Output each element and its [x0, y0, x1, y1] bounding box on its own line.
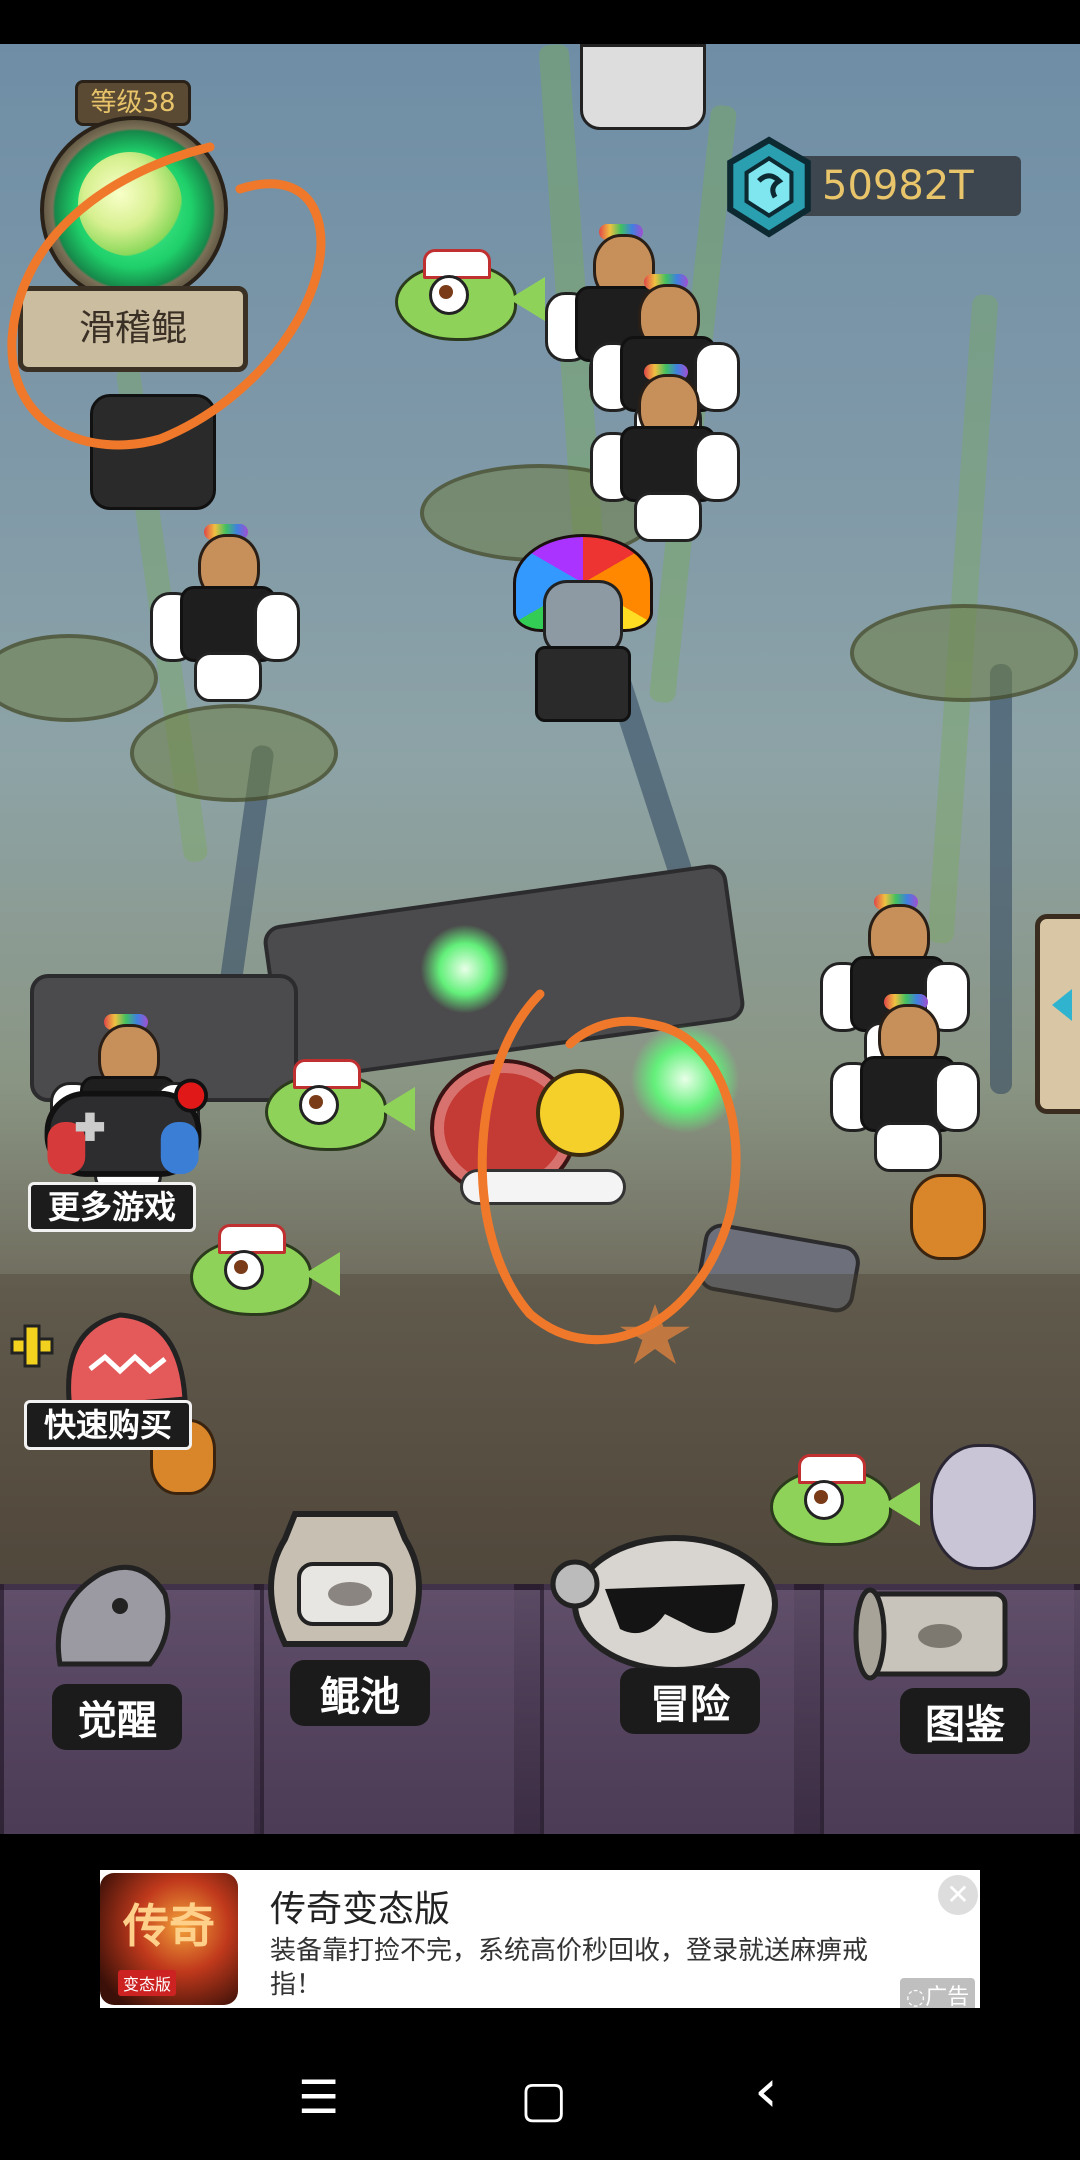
triangle-left-icon — [1052, 989, 1072, 1021]
nav-label-codex: 图鉴 — [900, 1688, 1030, 1754]
nav-label-adventure: 冒险 — [620, 1668, 760, 1734]
green-fish-creature[interactable] — [770, 1454, 920, 1554]
game-scene[interactable]: 等级38 滑稽鲲 50982T 更多游戏 快速购买 觉醒 鲲池 冒险 图鉴 — [0, 44, 1080, 1834]
sunglasses-skull-icon — [550, 1535, 778, 1673]
ad-close-icon[interactable]: ✕ — [938, 1875, 978, 1915]
lily-pad — [0, 634, 158, 722]
lily-pad — [850, 604, 1078, 702]
gamepad-icon[interactable] — [38, 1074, 208, 1189]
muscle-fish-creature[interactable] — [830, 994, 980, 1174]
green-fish-creature[interactable] — [265, 1059, 415, 1159]
currency-value: 50982T — [822, 163, 974, 209]
ad-description[interactable]: 装备靠打捡不完，系统高价秒回收，登录就送麻痹戒指！ — [270, 1934, 910, 2002]
annotation-circle — [7, 142, 326, 450]
rainbow-punk-creature[interactable] — [505, 534, 655, 754]
awaken-statue-icon — [55, 1564, 171, 1667]
quick-buy-button[interactable]: 快速购买 — [24, 1400, 192, 1450]
home-icon[interactable]: ▢ — [520, 2070, 567, 2128]
annotation-circle — [477, 989, 741, 1345]
nav-label-awaken: 觉醒 — [52, 1684, 182, 1750]
ad-label: ◌广告 — [900, 1978, 976, 2012]
pineapple-critter[interactable] — [910, 1174, 986, 1260]
back-icon[interactable]: ‹ — [754, 2056, 778, 2126]
lily-stem — [990, 664, 1012, 1094]
nav-label-fish-pool: 鲲池 — [290, 1660, 430, 1726]
more-games-button[interactable]: 更多游戏 — [28, 1182, 196, 1232]
penguin-creature[interactable] — [930, 1444, 1036, 1570]
ad-icon-title: 传奇 — [123, 1899, 215, 1953]
scroll-map-icon — [853, 1587, 1008, 1681]
muscle-fish-creature[interactable] — [590, 364, 740, 544]
ad-icon-badge: 变态版 — [118, 1970, 177, 1996]
muscle-fish-creature[interactable] — [150, 524, 300, 704]
lily-pad — [130, 704, 338, 802]
fish-jar-icon — [268, 1511, 422, 1647]
green-fish-creature[interactable] — [190, 1224, 340, 1324]
blue-gem-icon — [727, 136, 811, 238]
creature-partial[interactable] — [580, 44, 706, 130]
ad-title[interactable]: 传奇变态版 — [270, 1880, 450, 1932]
green-fish-creature[interactable] — [395, 249, 545, 349]
menu-icon[interactable]: ☰ — [298, 2070, 339, 2124]
